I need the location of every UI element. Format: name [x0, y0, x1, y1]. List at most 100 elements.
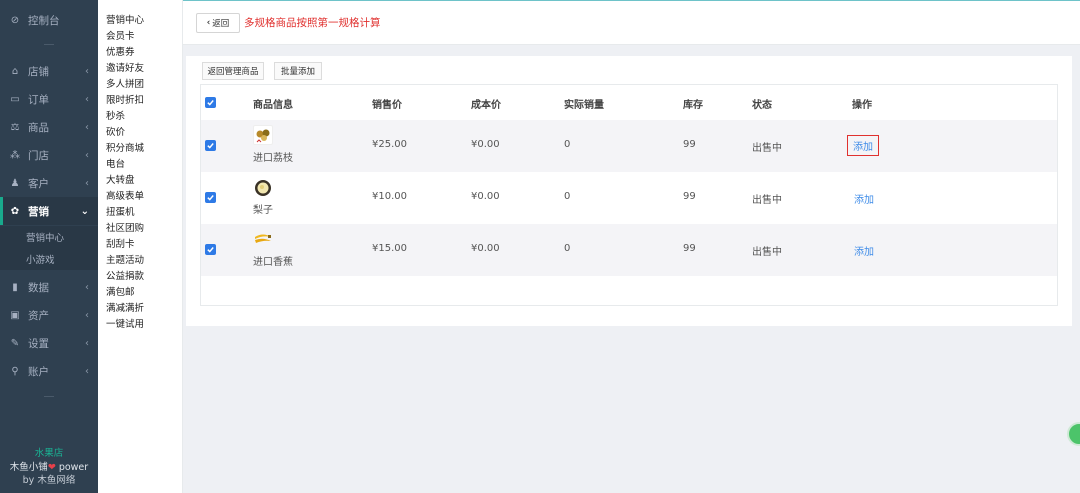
nav-label: 门店 [28, 149, 49, 162]
col-status: 状态 [752, 100, 772, 111]
select-all-checkbox[interactable] [205, 97, 216, 108]
nav-sub-label: 营销中心 [26, 233, 65, 244]
top-bar: ‹ 返回 多规格商品按照第一规格计算 [183, 0, 1080, 45]
submenu-item[interactable]: 邀请好友 [106, 60, 144, 74]
chevron-left-icon: ‹ [206, 18, 211, 28]
batch-add-button[interactable]: 批量添加 [274, 62, 322, 80]
submenu-item[interactable]: 公益捐款 [106, 268, 144, 282]
nav-subitem-marketing-center[interactable]: 营销中心 [0, 226, 98, 248]
nav-item-store[interactable]: ⌂ 店铺 ‹ [0, 57, 98, 85]
goods-name: 梨子 [253, 205, 273, 216]
col-price: 销售价 [372, 100, 402, 111]
nav-item-dashboard[interactable]: ⊘ 控制台 [0, 6, 98, 34]
nav-item-outlets[interactable]: ⁂ 门店 ‹ [0, 141, 98, 169]
shop-name[interactable]: 水果店 [0, 445, 98, 459]
check-icon [207, 143, 214, 149]
nav-label: 客户 [28, 177, 49, 190]
submenu-item[interactable]: 社区团购 [106, 220, 144, 234]
submenu-item[interactable]: 优惠券 [106, 44, 135, 58]
back-label: 返回 [212, 19, 230, 29]
row-checkbox[interactable] [205, 244, 216, 255]
cost: ¥0.00 [471, 191, 500, 202]
chevron-left-icon: ‹ [85, 365, 89, 377]
goods-table: 商品信息 销售价 成本价 实际销量 库存 状态 操作 进口荔枝 ¥25.00 ¥… [200, 84, 1058, 306]
sales: 0 [564, 191, 571, 202]
row-checkbox[interactable] [205, 140, 216, 151]
stock: 99 [683, 243, 696, 254]
nav-item-marketing[interactable]: ✿ 营销 ⌄ [0, 197, 98, 225]
nav-label: 控制台 [28, 14, 60, 27]
submenu-item[interactable]: 满减满折 [106, 300, 144, 314]
floating-chat-button[interactable] [1067, 422, 1080, 446]
submenu-item[interactable]: 电台 [106, 156, 125, 170]
back-to-manage-goods-button[interactable]: 返回管理商品 [202, 62, 264, 80]
nav-label: 营销 [28, 205, 49, 218]
dashboard-icon: ⊘ [10, 14, 20, 26]
nav-label: 设置 [28, 337, 49, 350]
submenu-item[interactable]: 营销中心 [106, 12, 144, 26]
pear-thumbnail [253, 178, 273, 198]
add-button[interactable]: 添加 [854, 191, 874, 206]
price: ¥10.00 [372, 191, 407, 202]
row-checkbox[interactable] [205, 192, 216, 203]
sales: 0 [564, 139, 571, 150]
chevron-left-icon: ‹ [85, 281, 89, 293]
banana-thumbnail [253, 229, 273, 249]
data-icon: ▮ [12, 281, 18, 293]
status: 出售中 [752, 143, 782, 154]
submenu-item[interactable]: 主题活动 [106, 252, 144, 266]
submenu-item[interactable]: 扭蛋机 [106, 204, 135, 218]
outlet-icon: ⁂ [10, 149, 20, 161]
submenu-item[interactable]: 大转盘 [106, 172, 135, 186]
table-row: 梨子 ¥10.00 ¥0.00 0 99 出售中 添加 [201, 172, 1057, 224]
submenu-item[interactable]: 秒杀 [106, 108, 125, 122]
submenu-item[interactable]: 多人拼团 [106, 76, 144, 90]
stock: 99 [683, 139, 696, 150]
nav-item-orders[interactable]: ▭ 订单 ‹ [0, 85, 98, 113]
price: ¥25.00 [372, 139, 407, 150]
order-icon: ▭ [10, 93, 20, 105]
submenu-item[interactable]: 砍价 [106, 124, 125, 138]
main-sidebar: ⊘ 控制台 ⌂ 店铺 ‹ ▭ 订单 ‹ ⚖ 商品 ‹ ⁂ 门店 ‹ ♟ 客户 ‹… [0, 0, 98, 493]
table-row: 进口香蕉 ¥15.00 ¥0.00 0 99 出售中 添加 [201, 224, 1057, 276]
col-cost: 成本价 [471, 100, 501, 111]
nav-divider [44, 44, 54, 45]
submenu-item[interactable]: 限时折扣 [106, 92, 144, 106]
chevron-left-icon: ‹ [85, 149, 89, 161]
sales: 0 [564, 243, 571, 254]
nav-label: 订单 [28, 93, 49, 106]
back-button[interactable]: ‹ 返回 [196, 13, 240, 33]
nav-subitem-mini-games[interactable]: 小游戏 [0, 248, 98, 270]
page-title: 多规格商品按照第一规格计算 [244, 17, 381, 29]
submenu-item[interactable]: 刮刮卡 [106, 236, 135, 250]
stock: 99 [683, 191, 696, 202]
chevron-left-icon: ‹ [85, 309, 89, 321]
marketing-icon: ✿ [10, 205, 20, 217]
goods-name: 进口荔枝 [253, 153, 293, 164]
nav-label: 数据 [28, 281, 49, 294]
nav-label: 店铺 [28, 65, 49, 78]
settings-icon: ✎ [10, 337, 20, 349]
submenu-item[interactable]: 满包邮 [106, 284, 135, 298]
add-button[interactable]: 添加 [854, 243, 874, 258]
nav-item-data[interactable]: ▮ 数据 ‹ [0, 273, 98, 301]
chevron-down-icon: ⌄ [80, 205, 89, 217]
nav-item-account[interactable]: ⚲ 账户 ‹ [0, 357, 98, 385]
asset-icon: ▣ [10, 309, 20, 321]
col-stock: 库存 [683, 100, 703, 111]
nav-item-goods[interactable]: ⚖ 商品 ‹ [0, 113, 98, 141]
submenu-item[interactable]: 积分商城 [106, 140, 144, 154]
submenu-item[interactable]: 会员卡 [106, 28, 135, 42]
add-button[interactable]: 添加 [847, 135, 879, 156]
by-credit: by 木鱼网络 [22, 475, 76, 486]
power-credit: 木鱼小铺❤ power [0, 459, 98, 473]
goods-name: 进口香蕉 [253, 257, 293, 268]
check-icon [207, 100, 214, 106]
nav-item-assets[interactable]: ▣ 资产 ‹ [0, 301, 98, 329]
submenu-item[interactable]: 高级表单 [106, 188, 144, 202]
nav-item-customers[interactable]: ♟ 客户 ‹ [0, 169, 98, 197]
submenu-item[interactable]: 一键试用 [106, 316, 144, 330]
check-icon [207, 195, 214, 201]
status: 出售中 [752, 247, 782, 258]
nav-item-settings[interactable]: ✎ 设置 ‹ [0, 329, 98, 357]
